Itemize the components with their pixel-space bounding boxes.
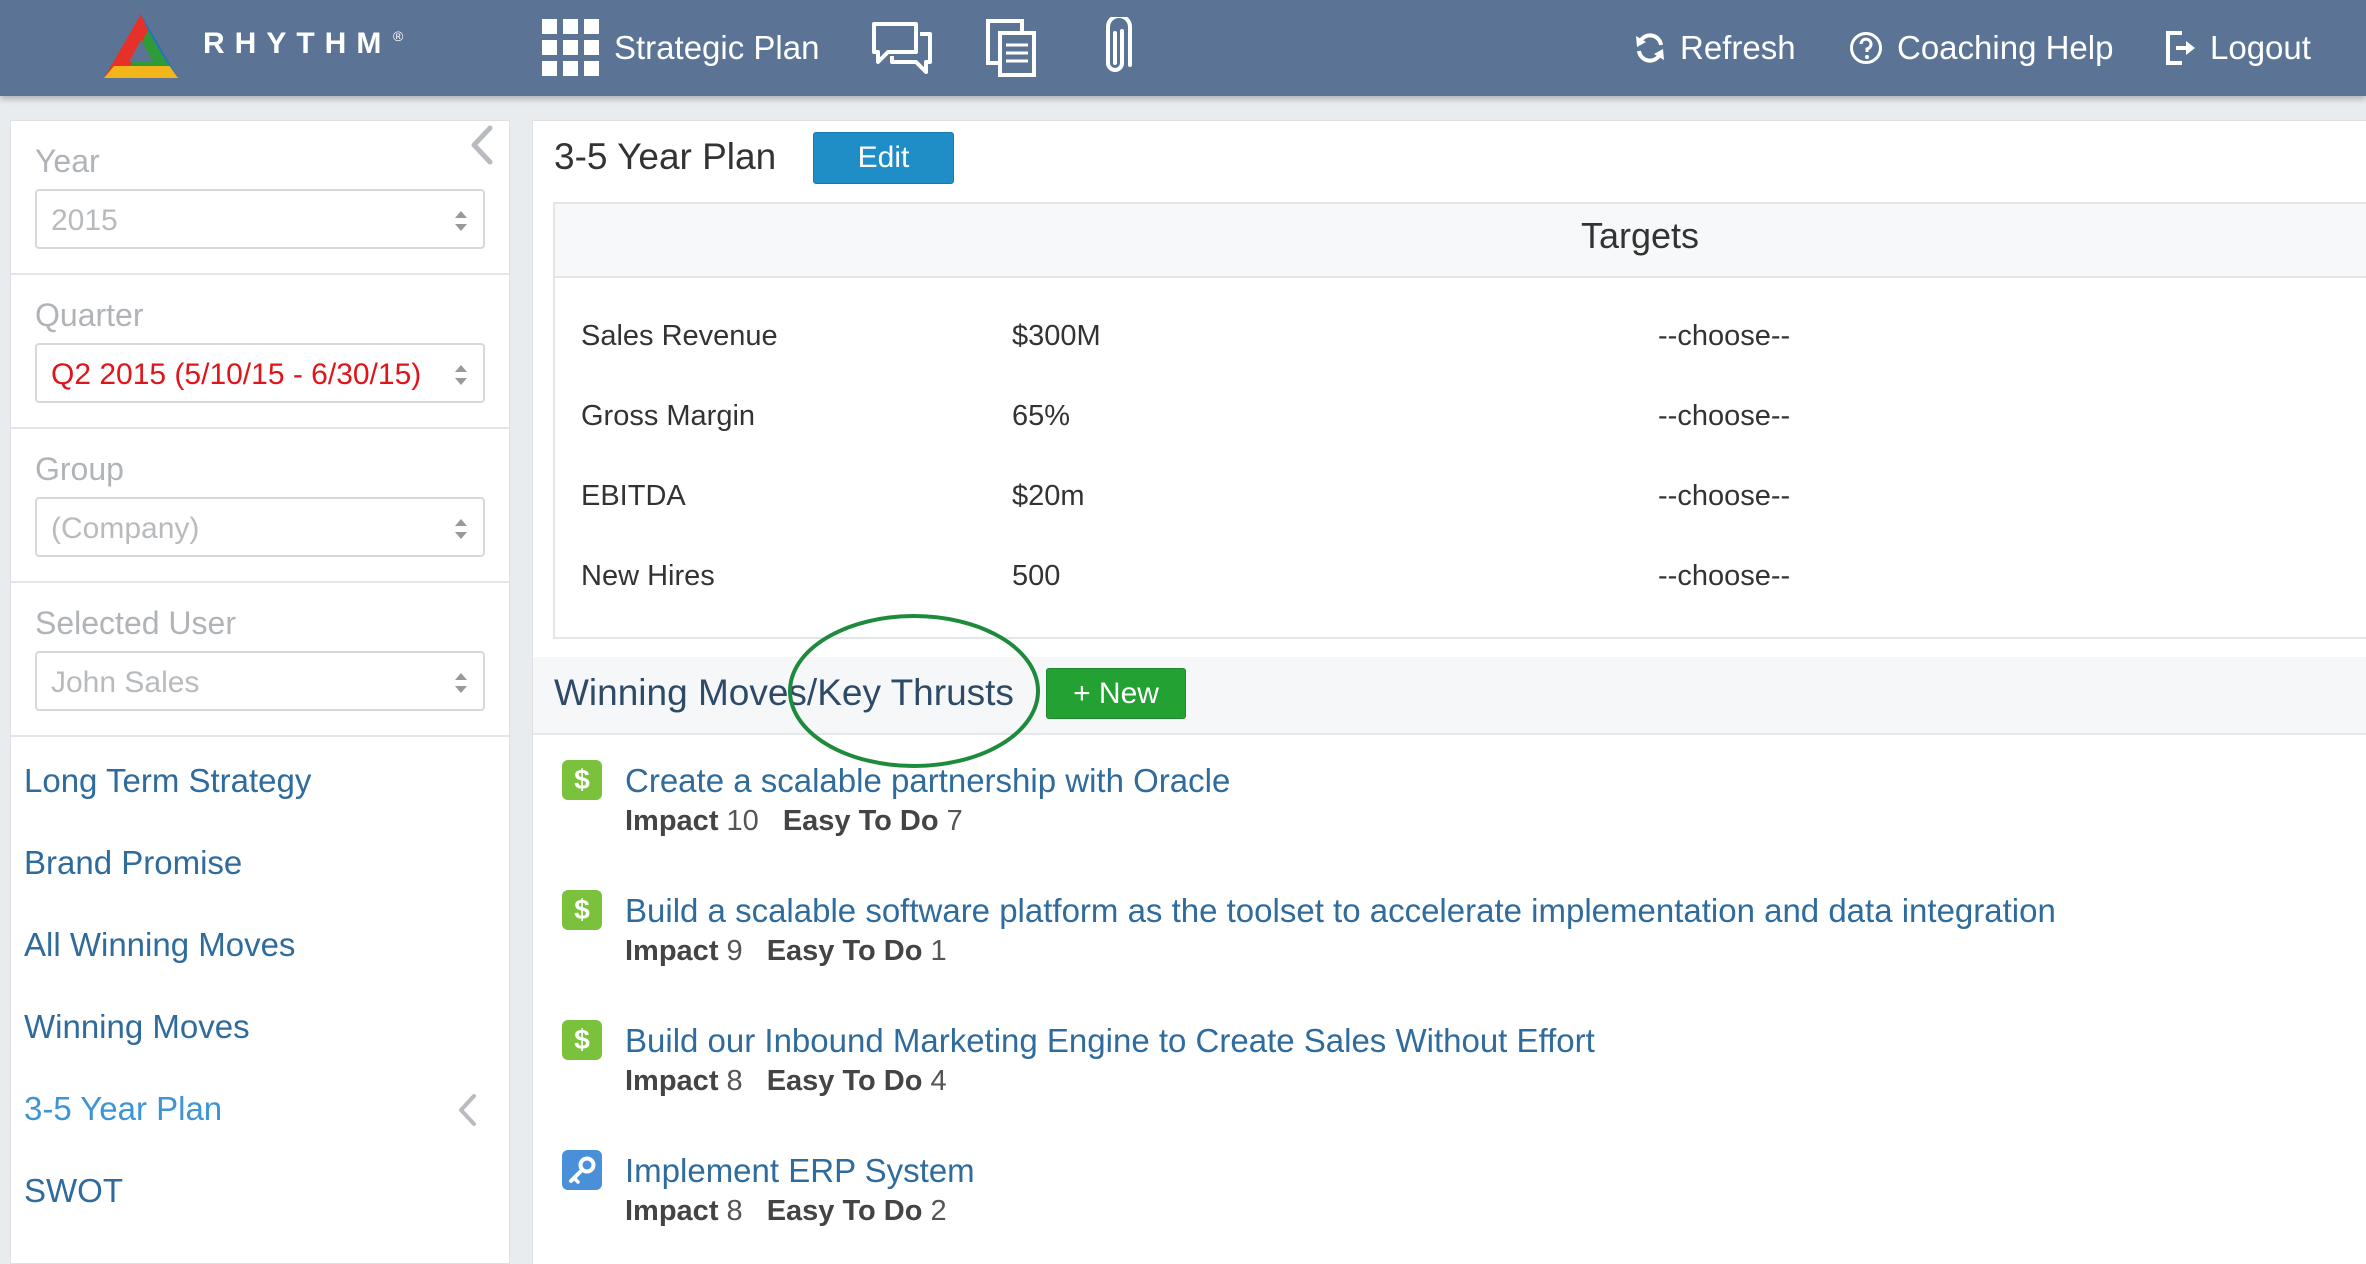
quarter-filter: Quarter Q2 2015 (5/10/15 - 6/30/15) xyxy=(11,275,511,429)
target-choose-select[interactable]: --choose-- xyxy=(1658,480,1790,513)
quarter-select-value: Q2 2015 (5/10/15 - 6/30/15) xyxy=(51,358,422,391)
group-filter: Group (Company) xyxy=(11,429,511,583)
edit-button[interactable]: Edit xyxy=(813,132,954,184)
selected-user-filter: Selected User John Sales xyxy=(11,583,511,737)
winning-move-meta: Impact 8 Easy To Do 4 xyxy=(625,1065,947,1098)
winning-move-title[interactable]: Implement ERP System xyxy=(625,1152,975,1190)
nav-logout[interactable]: Logout xyxy=(2164,0,2311,96)
group-select[interactable]: (Company) xyxy=(35,497,485,557)
winning-move-meta: Impact 9 Easy To Do 1 xyxy=(625,935,947,968)
grid-icon xyxy=(542,19,599,76)
select-arrows-icon xyxy=(455,519,467,539)
easy-value: 7 xyxy=(946,805,963,837)
sidebar-link-winning-moves[interactable]: Winning Moves xyxy=(24,1008,250,1046)
targets-header xyxy=(555,204,2366,278)
winning-move-title[interactable]: Build our Inbound Marketing Engine to Cr… xyxy=(625,1022,1595,1060)
impact-label: Impact xyxy=(625,805,719,837)
easy-value: 4 xyxy=(930,1065,947,1097)
winning-move-title[interactable]: Create a scalable partnership with Oracl… xyxy=(625,762,1230,800)
winning-move-title[interactable]: Build a scalable software platform as th… xyxy=(625,892,2056,930)
key-glyph xyxy=(569,1156,596,1184)
nav-attachments[interactable] xyxy=(1100,0,1132,96)
impact-label: Impact xyxy=(625,1065,719,1097)
group-label: Group xyxy=(35,451,124,487)
new-winning-move-button[interactable]: + New xyxy=(1046,668,1186,719)
quarter-select[interactable]: Q2 2015 (5/10/15 - 6/30/15) xyxy=(35,343,485,403)
easy-label: Easy To Do xyxy=(766,1195,923,1227)
nav-documents[interactable] xyxy=(986,0,1036,96)
brand-registered-mark: ® xyxy=(393,28,404,44)
year-select[interactable]: 2015 xyxy=(35,189,485,249)
target-name: EBITDA xyxy=(581,480,686,512)
logout-icon xyxy=(2166,31,2195,65)
nav-chat[interactable] xyxy=(870,0,934,96)
group-select-value: (Company) xyxy=(51,512,200,545)
year-select-value: 2015 xyxy=(51,204,118,237)
brand-name: RHYTHM xyxy=(203,27,392,60)
easy-label: Easy To Do xyxy=(766,935,923,967)
target-value: 65% xyxy=(1012,400,1071,432)
impact-value: 9 xyxy=(726,935,743,967)
target-value: $20m xyxy=(1012,480,1085,512)
easy-label: Easy To Do xyxy=(766,1065,923,1097)
impact-value: 10 xyxy=(726,805,759,837)
winning-moves-title: Winning Moves/Key Thrusts xyxy=(554,672,1014,713)
sidebar-link-3-5-year-plan[interactable]: 3-5 Year Plan xyxy=(24,1090,222,1128)
target-name: Gross Margin xyxy=(581,400,756,432)
targets-panel xyxy=(553,202,2366,639)
selected-user-label: Selected User xyxy=(35,605,236,641)
impact-value: 8 xyxy=(726,1195,743,1227)
impact-label: Impact xyxy=(625,1195,719,1227)
winning-move-meta: Impact 10 Easy To Do 7 xyxy=(625,805,963,838)
target-value: 500 xyxy=(1012,560,1061,592)
sidebar-link-long-term-strategy[interactable]: Long Term Strategy xyxy=(24,762,311,800)
easy-value: 1 xyxy=(930,935,947,967)
sidebar-link-brand-promise[interactable]: Brand Promise xyxy=(24,844,242,882)
help-circle-icon xyxy=(1850,32,1882,64)
nav-refresh[interactable]: Refresh xyxy=(1634,0,1796,96)
select-arrows-icon xyxy=(455,365,467,385)
documents-icon xyxy=(986,19,1036,77)
select-arrows-icon xyxy=(455,673,467,693)
nav-coaching-help-label: Coaching Help xyxy=(1897,29,2114,66)
nav-strategic-plan-label: Strategic Plan xyxy=(614,29,820,66)
dollar-icon: $ xyxy=(562,890,602,930)
dollar-icon: $ xyxy=(562,760,602,800)
collapse-sidebar-chevron-icon[interactable] xyxy=(468,124,496,166)
key-icon xyxy=(562,1150,602,1190)
easy-label: Easy To Do xyxy=(782,805,939,837)
target-choose-select[interactable]: --choose-- xyxy=(1658,320,1790,353)
chat-bubbles-icon xyxy=(872,22,932,74)
paperclip-icon xyxy=(1106,17,1132,72)
nav-strategic-plan[interactable]: Strategic Plan xyxy=(542,0,819,96)
top-navbar: RHYTHM ® Strategic Plan Refresh Coaching… xyxy=(0,0,2366,96)
quarter-label: Quarter xyxy=(35,297,144,333)
target-choose-select[interactable]: --choose-- xyxy=(1658,400,1790,433)
year-label: Year xyxy=(35,143,100,179)
impact-value: 8 xyxy=(726,1065,743,1097)
nav-logout-label: Logout xyxy=(2210,29,2311,66)
page-title: 3-5 Year Plan xyxy=(554,136,777,177)
winning-move-meta: Impact 8 Easy To Do 2 xyxy=(625,1195,947,1228)
target-name: Sales Revenue xyxy=(581,320,778,352)
target-choose-select[interactable]: --choose-- xyxy=(1658,560,1790,593)
nav-coaching-help[interactable]: Coaching Help xyxy=(1849,0,2113,96)
nav-refresh-label: Refresh xyxy=(1680,29,1796,66)
impact-label: Impact xyxy=(625,935,719,967)
refresh-icon xyxy=(1636,33,1664,63)
selected-user-select-value: John Sales xyxy=(51,666,200,699)
sidebar-link-all-winning-moves[interactable]: All Winning Moves xyxy=(24,926,295,964)
target-name: New Hires xyxy=(581,560,715,592)
rhythm-logo[interactable] xyxy=(100,10,182,82)
sidebar-link-swot[interactable]: SWOT xyxy=(24,1172,123,1210)
year-filter: Year 2015 xyxy=(11,121,511,275)
selected-user-select[interactable]: John Sales xyxy=(35,651,485,711)
active-item-chevron-icon xyxy=(459,1094,476,1126)
targets-title: Targets xyxy=(1581,215,1700,256)
dollar-icon: $ xyxy=(562,1020,602,1060)
select-arrows-icon xyxy=(455,211,467,231)
target-value: $300M xyxy=(1012,320,1101,352)
easy-value: 2 xyxy=(930,1195,947,1227)
